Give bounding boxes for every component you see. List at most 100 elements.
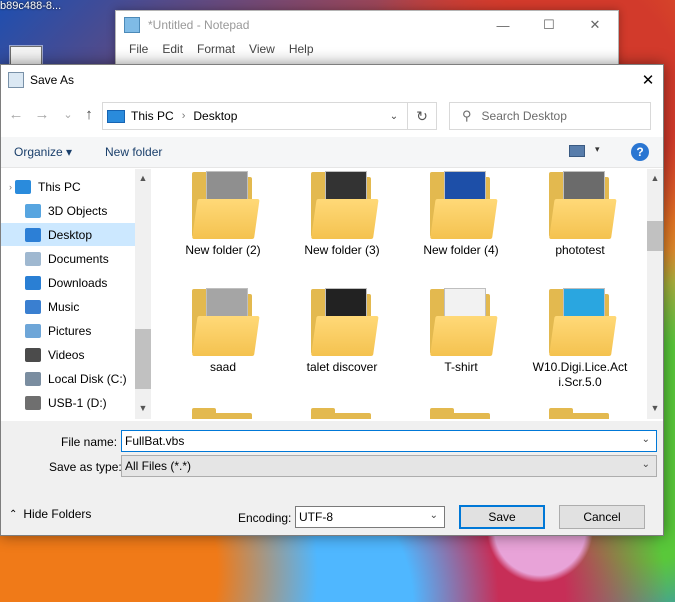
encoding-value: UTF-8 [299, 510, 333, 524]
sidebar-item-label: Desktop [48, 227, 93, 242]
save-as-icon [8, 72, 24, 88]
breadcrumb-desktop[interactable]: Desktop [193, 109, 237, 123]
menu-edit[interactable]: Edit [155, 39, 190, 59]
drive-icon [25, 371, 41, 386]
dialog-close-button[interactable]: ✕ [633, 65, 663, 95]
folder-item-partial[interactable] [530, 405, 630, 419]
folder-item[interactable]: T-shirt [411, 286, 511, 375]
folder-item[interactable]: New folder (3) [292, 169, 392, 258]
videos-icon [25, 347, 41, 362]
notepad-menubar: File Edit Format View Help [116, 39, 618, 59]
address-bar[interactable]: This PC › Desktop ⌄ ↻ [102, 102, 437, 130]
search-icon: ⚲ [462, 108, 472, 123]
folder-name: phototest [555, 243, 605, 257]
help-icon[interactable]: ? [631, 143, 649, 161]
view-dropdown-icon[interactable]: ▾ [595, 144, 600, 155]
hide-folders-label: Hide Folders [23, 507, 92, 521]
hide-folders-button[interactable]: ⌃ Hide Folders [9, 507, 91, 521]
folder-icon [311, 405, 373, 419]
sidebar-item-label: Local Disk (C:) [48, 371, 127, 386]
scroll-thumb[interactable] [135, 329, 151, 389]
folder-item-partial[interactable] [411, 405, 511, 419]
breadcrumb-separator[interactable]: › [182, 110, 186, 122]
folder-name: New folder (3) [304, 243, 380, 257]
folder-icon [192, 405, 254, 419]
notepad-title: *Untitled - Notepad [148, 18, 250, 32]
save-button[interactable]: Save [459, 505, 545, 529]
command-toolbar: Organize ▾ New folder ▾ ? [1, 137, 663, 168]
save-type-value: All Files (*.*) [125, 459, 192, 473]
minimize-button[interactable]: — [480, 11, 526, 39]
folder-item-partial[interactable] [173, 405, 273, 419]
refresh-icon[interactable]: ↻ [407, 103, 436, 129]
folder-icon [311, 286, 379, 356]
breadcrumb-this-pc[interactable]: This PC [131, 109, 174, 123]
navigation-scrollbar[interactable]: ▲ ▼ [135, 169, 151, 419]
folder-icon [549, 286, 617, 356]
menu-format[interactable]: Format [190, 39, 242, 59]
recent-locations-icon[interactable]: ⌄ [58, 105, 78, 125]
sidebar-item-local-disk[interactable]: Local Disk (C:) [1, 367, 151, 390]
menu-file[interactable]: File [122, 39, 155, 59]
folder-icon [192, 286, 260, 356]
up-arrow-icon[interactable]: ↑ [79, 105, 99, 125]
expand-arrow-icon[interactable]: › [9, 182, 12, 192]
chevron-up-icon: ⌃ [9, 508, 18, 520]
encoding-select[interactable]: UTF-8 ⌄ [295, 506, 445, 528]
search-input[interactable]: ⚲ Search Desktop [449, 102, 651, 130]
scroll-thumb[interactable] [647, 221, 663, 251]
file-list-scrollbar[interactable]: ▲ ▼ [647, 169, 663, 419]
folder-item[interactable]: saad [173, 286, 273, 375]
save-type-select[interactable]: All Files (*.*) ⌄ [121, 455, 657, 477]
folder-icon [311, 169, 379, 239]
maximize-button[interactable]: ☐ [526, 11, 572, 39]
folder-item[interactable]: New folder (4) [411, 169, 511, 258]
back-arrow-icon[interactable]: ← [6, 105, 26, 125]
sidebar-item-videos[interactable]: Videos [1, 343, 151, 366]
chevron-down-icon[interactable]: ⌄ [642, 434, 650, 445]
notepad-close-button[interactable]: ✕ [572, 11, 618, 39]
scroll-down-icon[interactable]: ▼ [135, 403, 151, 413]
organize-button[interactable]: Organize ▾ [14, 145, 72, 159]
folder-item[interactable]: New folder (2) [173, 169, 273, 258]
filename-value[interactable]: FullBat.vbs [125, 434, 184, 448]
folder-item[interactable]: phototest [530, 169, 630, 258]
sidebar-item-documents[interactable]: Documents [1, 247, 151, 270]
forward-arrow-icon[interactable]: → [32, 105, 52, 125]
sidebar-item-desktop[interactable]: Desktop [1, 223, 135, 246]
folder-name: talet discover [306, 360, 378, 374]
view-options-icon[interactable] [569, 145, 585, 157]
chevron-down-icon[interactable]: ⌄ [642, 459, 650, 470]
pictures-icon [25, 323, 41, 338]
sidebar-item-3d-objects[interactable]: 3D Objects [1, 199, 151, 222]
cancel-button[interactable]: Cancel [559, 505, 645, 529]
scroll-up-icon[interactable]: ▲ [135, 173, 151, 183]
desktop-shortcut-label[interactable]: b89c488-8... [0, 0, 70, 14]
address-dropdown-icon[interactable]: ⌄ [381, 111, 407, 122]
3d-objects-icon [25, 203, 41, 218]
menu-help[interactable]: Help [282, 39, 321, 59]
folder-item[interactable]: W10.Digi.Lice.Act i.Scr.5.0 [530, 286, 630, 390]
menu-view[interactable]: View [242, 39, 282, 59]
sidebar-item-label: Documents [48, 251, 109, 266]
documents-icon [25, 251, 41, 266]
computer-icon [107, 109, 125, 123]
sidebar-item-music[interactable]: Music [1, 295, 151, 318]
sidebar-item-this-pc[interactable]: › This PC [1, 175, 143, 198]
scroll-down-icon[interactable]: ▼ [647, 403, 663, 413]
chevron-down-icon[interactable]: ⌄ [430, 510, 438, 521]
folder-name: New folder (4) [423, 243, 499, 257]
folder-icon [549, 405, 611, 419]
downloads-icon [25, 275, 41, 290]
filename-field[interactable]: FullBat.vbs ⌄ [121, 430, 657, 452]
sidebar-item-usb[interactable]: USB-1 (D:) [1, 391, 151, 414]
search-placeholder: Search Desktop [481, 109, 567, 123]
folder-name: New folder (2) [185, 243, 261, 257]
sidebar-item-downloads[interactable]: Downloads [1, 271, 151, 294]
folder-item[interactable]: talet discover [292, 286, 392, 375]
new-folder-button[interactable]: New folder [105, 145, 162, 159]
scroll-up-icon[interactable]: ▲ [647, 173, 663, 183]
folder-item-partial[interactable] [292, 405, 392, 419]
folder-name: saad [209, 360, 237, 374]
sidebar-item-pictures[interactable]: Pictures [1, 319, 151, 342]
